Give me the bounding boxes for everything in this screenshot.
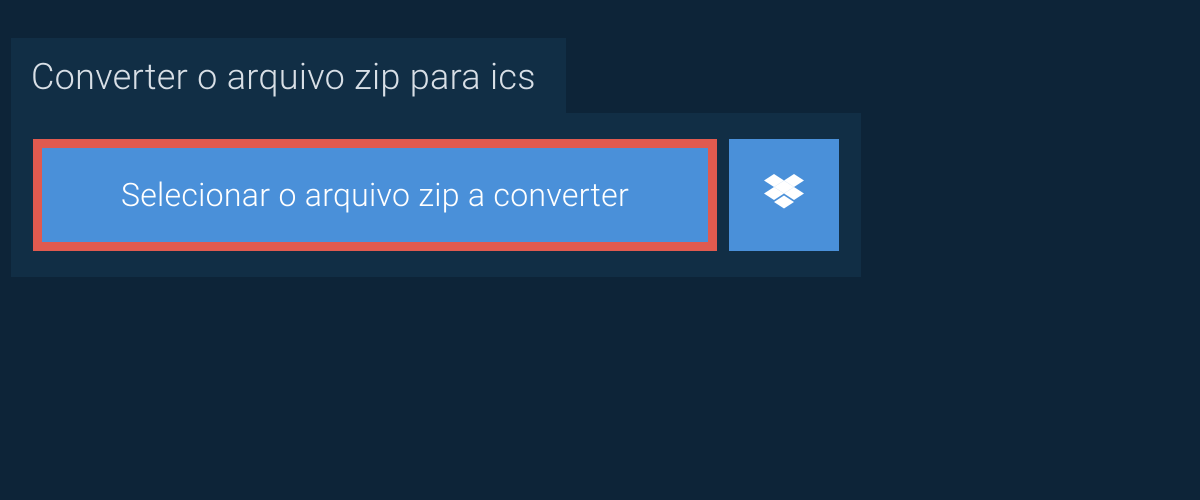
select-file-label: Selecionar o arquivo zip a converter <box>121 176 629 214</box>
select-file-button[interactable]: Selecionar o arquivo zip a converter <box>33 139 717 251</box>
tab-title: Converter o arquivo zip para ics <box>31 56 536 98</box>
dropbox-icon <box>764 174 804 216</box>
dropbox-button[interactable] <box>729 139 839 251</box>
panel-content: Selecionar o arquivo zip a converter <box>11 113 861 277</box>
tab-converter[interactable]: Converter o arquivo zip para ics <box>11 38 566 116</box>
converter-panel: Converter o arquivo zip para ics Selecio… <box>11 38 861 277</box>
tab-bar: Converter o arquivo zip para ics <box>11 38 861 113</box>
